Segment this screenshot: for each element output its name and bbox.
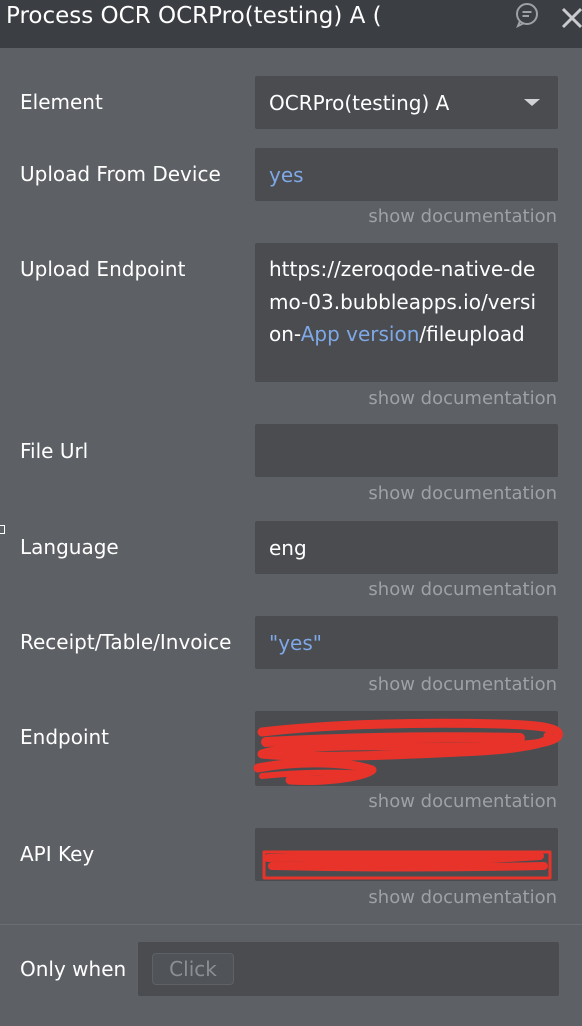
upload-from-device-value: yes [269,162,304,187]
language-label: Language [20,535,119,559]
only-when-field[interactable]: Click [138,942,559,996]
upload-endpoint-label: Upload Endpoint [20,257,186,281]
upload-from-device-label: Upload From Device [20,162,221,186]
language-doc-link[interactable]: show documentation [368,579,557,601]
endpoint-field[interactable] [255,711,558,786]
resize-handle[interactable] [0,525,5,534]
chevron-down-icon [524,99,540,106]
section-divider [0,924,582,925]
api-key-field[interactable] [255,828,558,881]
upload-endpoint-field[interactable]: https://zeroqode-native-demo-03.bubbleap… [255,243,558,382]
endpoint-doc-link[interactable]: show documentation [368,791,557,813]
close-icon[interactable] [560,6,582,30]
api-key-doc-link[interactable]: show documentation [368,887,557,909]
upload-from-device-doc-link[interactable]: show documentation [368,206,557,228]
file-url-label: File Url [20,439,89,463]
panel-header: Process OCR OCRPro(testing) A ( [0,0,582,48]
receipt-label: Receipt/Table/Invoice [20,630,232,654]
element-dropdown-value: OCRPro(testing) A [269,90,450,115]
only-when-label: Only when [20,957,127,981]
upload-endpoint-dynamic-value[interactable]: App version [301,322,420,346]
receipt-value: "yes" [269,630,322,655]
endpoint-label: Endpoint [20,725,110,749]
language-field[interactable]: eng [255,521,558,574]
element-label: Element [20,90,103,114]
only-when-click-button[interactable]: Click [152,953,234,985]
upload-endpoint-text-after: /fileupload [419,322,525,346]
file-url-doc-link[interactable]: show documentation [368,483,557,505]
receipt-doc-link[interactable]: show documentation [368,674,557,696]
comment-icon[interactable] [514,2,540,28]
upload-endpoint-doc-link[interactable]: show documentation [368,388,557,410]
language-value: eng [269,535,307,560]
element-dropdown[interactable]: OCRPro(testing) A [255,76,558,129]
upload-from-device-field[interactable]: yes [255,148,558,201]
file-url-field[interactable] [255,424,558,477]
panel-title: Process OCR OCRPro(testing) A ( [6,3,380,29]
receipt-field[interactable]: "yes" [255,616,558,669]
api-key-label: API Key [20,842,95,866]
